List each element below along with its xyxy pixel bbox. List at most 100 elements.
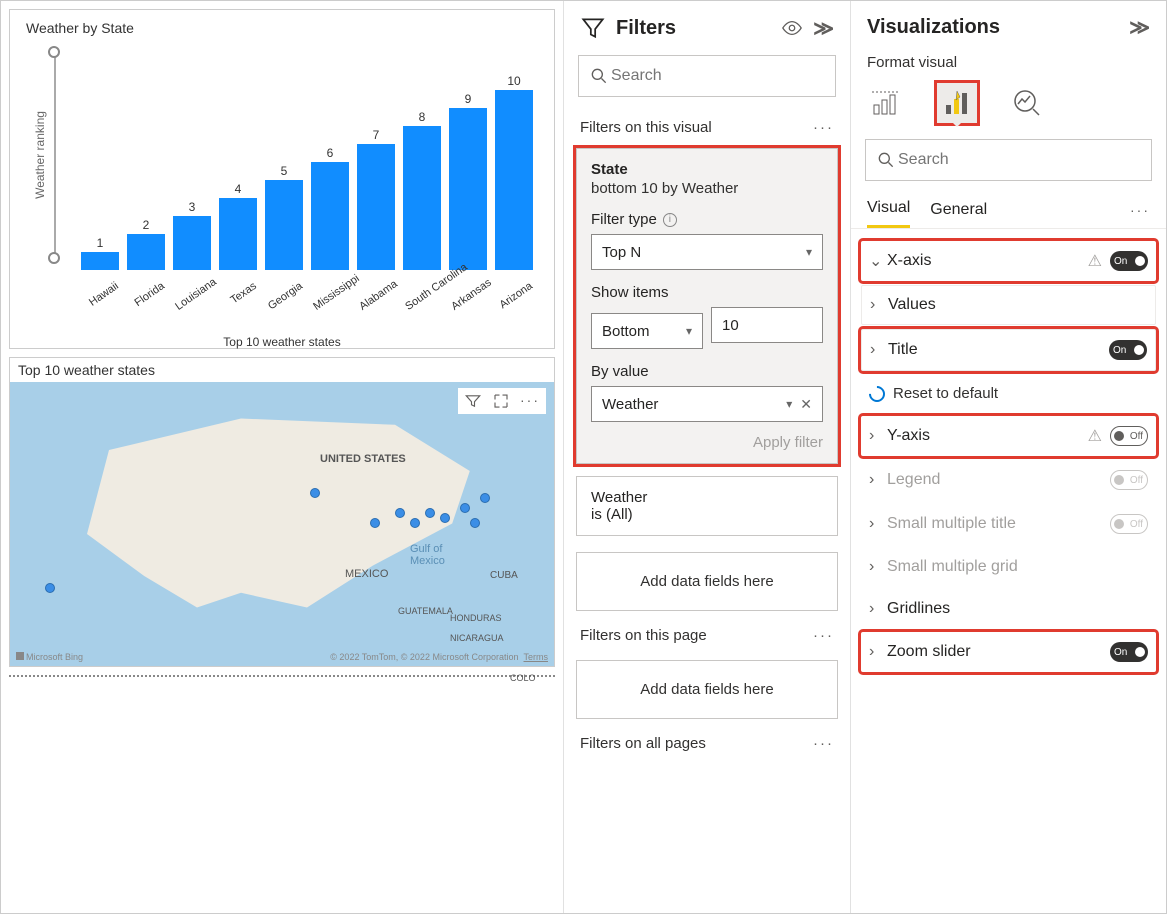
bar[interactable]: 9 <box>448 92 488 270</box>
bar[interactable]: 5 <box>264 164 304 270</box>
bar[interactable]: 2 <box>126 218 166 270</box>
bar[interactable]: 3 <box>172 200 212 270</box>
filters-on-page-header: Filters on this page <box>580 627 707 644</box>
title-toggle[interactable]: On <box>1109 340 1147 360</box>
weather-filter-card[interactable]: Weather is (All) <box>576 476 838 536</box>
map-label-guatemala: GUATEMALA <box>398 606 453 616</box>
map-point[interactable] <box>410 518 420 528</box>
y-zoom-slider-handle-bottom[interactable] <box>48 252 60 264</box>
format-yaxis-row[interactable]: › Y-axis ⚠ Off <box>861 416 1156 456</box>
report-canvas: Weather by State Weather ranking 1234567… <box>1 1 564 913</box>
xaxis-toggle[interactable]: On <box>1110 251 1148 271</box>
format-more-icon[interactable]: ··· <box>1130 202 1150 218</box>
filters-page-more-icon[interactable]: ··· <box>813 627 834 644</box>
filters-search-input[interactable] <box>609 66 825 86</box>
filters-on-all-pages-header: Filters on all pages <box>580 735 706 752</box>
map-point[interactable] <box>45 583 55 593</box>
by-value-field-well[interactable]: Weather ▾ ✕ <box>591 386 823 422</box>
map-terms-link[interactable]: Terms <box>524 652 549 662</box>
format-xaxis-row[interactable]: ⌄ X-axis ⚠ On <box>861 241 1156 281</box>
bar[interactable]: 7 <box>356 128 396 270</box>
bar[interactable]: 6 <box>310 146 350 270</box>
x-tick-label: Texas <box>219 280 259 313</box>
bar-value-label: 4 <box>235 182 242 196</box>
map-label-colo: COLO <box>510 673 536 683</box>
x-axis-labels: HawaiiFloridaLouisianaTexasGeorgiaMissis… <box>20 270 544 325</box>
format-legend-row: › Legend Off <box>861 460 1156 500</box>
map-point[interactable] <box>310 488 320 498</box>
filter-icon[interactable] <box>464 392 482 410</box>
more-options-icon[interactable]: ··· <box>520 392 540 410</box>
bar-chart-visual[interactable]: Weather by State Weather ranking 1234567… <box>9 9 555 349</box>
map-point[interactable] <box>460 503 470 513</box>
x-tick-label: Mississippi <box>311 280 351 313</box>
map-title: Top 10 weather states <box>10 358 554 382</box>
warning-icon: ⚠ <box>1088 426 1102 446</box>
bar[interactable]: 10 <box>494 74 534 270</box>
chevron-right-icon: › <box>869 515 887 533</box>
bar[interactable]: 8 <box>402 110 442 270</box>
format-values-row[interactable]: › Values <box>861 285 1156 325</box>
state-filter-card[interactable]: State bottom 10 by Weather Filter typei … <box>576 148 838 464</box>
build-visual-icon[interactable] <box>867 83 907 123</box>
map-point[interactable] <box>480 493 490 503</box>
remove-field-icon[interactable]: ✕ <box>800 396 812 413</box>
map-label-mexico: MEXICO <box>345 568 388 580</box>
chevron-right-icon: › <box>869 558 887 576</box>
page-filter-drop-zone[interactable]: Add data fields here <box>576 660 838 719</box>
format-zoom-slider-row[interactable]: › Zoom slider On <box>861 632 1156 672</box>
map-point[interactable] <box>440 513 450 523</box>
tab-visual[interactable]: Visual <box>867 191 910 228</box>
show-items-label: Show items <box>591 284 823 301</box>
y-zoom-slider-track[interactable] <box>54 50 56 260</box>
map-visual[interactable]: Top 10 weather states ··· UNITED STATES … <box>9 357 555 667</box>
x-tick-label: Alabama <box>357 280 397 313</box>
bar-value-label: 3 <box>189 200 196 214</box>
bar-value-label: 7 <box>373 128 380 142</box>
map-copyright: © 2022 TomTom, © 2022 Microsoft Corporat… <box>330 652 548 662</box>
map-label-gulf: Gulf of Mexico <box>410 543 445 567</box>
format-search[interactable] <box>865 139 1152 181</box>
bar-value-label: 9 <box>465 92 472 106</box>
filters-visual-more-icon[interactable]: ··· <box>813 119 834 136</box>
show-items-count-input[interactable]: 10 <box>711 307 823 343</box>
filter-type-label: Filter type <box>591 211 657 228</box>
format-title-row[interactable]: › Title On <box>861 329 1156 371</box>
show-items-direction-select[interactable]: Bottom▾ <box>591 313 703 349</box>
y-zoom-slider-handle-top[interactable] <box>48 46 60 58</box>
bar[interactable]: 1 <box>80 236 120 270</box>
filter-funnel-icon <box>580 15 606 41</box>
map-point[interactable] <box>395 508 405 518</box>
filters-search[interactable] <box>578 55 836 97</box>
bar[interactable]: 4 <box>218 182 258 270</box>
chevron-down-icon: ▾ <box>786 397 792 411</box>
map-label-usa: UNITED STATES <box>320 453 406 465</box>
analytics-icon[interactable] <box>1007 83 1047 123</box>
yaxis-toggle[interactable]: Off <box>1110 426 1148 446</box>
tab-general[interactable]: General <box>930 193 987 227</box>
x-tick-label: Louisiana <box>173 280 213 313</box>
apply-filter-button[interactable]: Apply filter <box>591 434 823 451</box>
info-icon[interactable]: i <box>663 213 677 227</box>
reset-to-default-button[interactable]: Reset to default <box>861 375 1156 412</box>
zoom-slider-toggle[interactable]: On <box>1110 642 1148 662</box>
canvas-divider <box>9 675 555 677</box>
map-point[interactable] <box>370 518 380 528</box>
bar-value-label: 2 <box>143 218 150 232</box>
x-tick-label: Hawaii <box>81 280 121 313</box>
eye-icon[interactable] <box>781 17 803 39</box>
chevron-right-icon: › <box>870 296 888 314</box>
map-point[interactable] <box>425 508 435 518</box>
filter-type-select[interactable]: Top N▾ <box>591 234 823 270</box>
map-point[interactable] <box>470 518 480 528</box>
focus-mode-icon[interactable] <box>492 392 510 410</box>
bar-value-label: 10 <box>507 74 520 88</box>
collapse-viz-pane-icon[interactable]: ≫ <box>1129 15 1150 40</box>
filters-all-more-icon[interactable]: ··· <box>813 735 834 752</box>
visual-filter-drop-zone[interactable]: Add data fields here <box>576 552 838 611</box>
format-search-input[interactable] <box>896 150 1141 170</box>
filter-summary: bottom 10 by Weather <box>591 180 823 197</box>
collapse-pane-icon[interactable]: ≫ <box>813 16 834 41</box>
format-visual-icon[interactable] <box>937 83 977 123</box>
format-gridlines-row[interactable]: › Gridlines <box>861 590 1156 628</box>
